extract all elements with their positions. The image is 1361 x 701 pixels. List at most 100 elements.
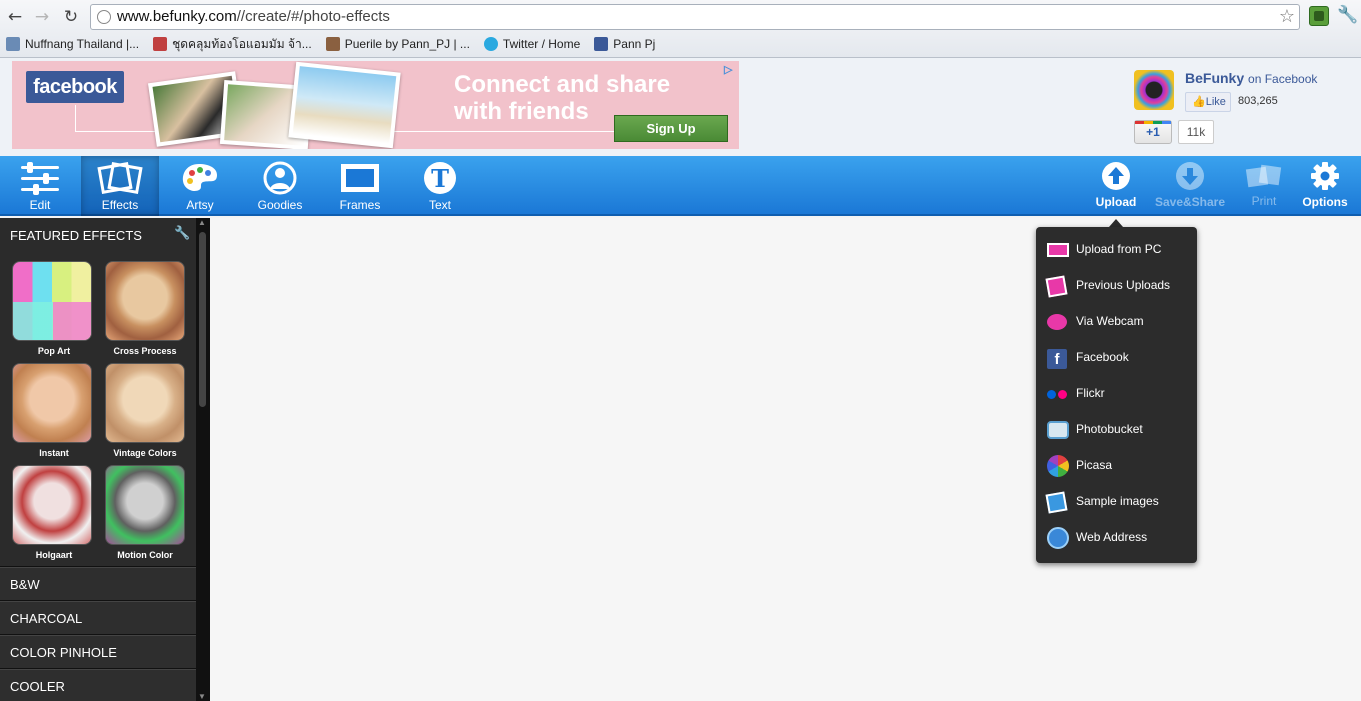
scroll-thumb[interactable] (199, 232, 206, 407)
frame-icon (341, 164, 379, 192)
effects-icon (97, 162, 143, 194)
scroll-down-icon[interactable]: ▼ (198, 692, 206, 701)
sign-up-button[interactable]: Sign Up (614, 115, 728, 142)
befunky-social-widget: BeFunky on Facebook 👍Like 803,265 +1 11k (1134, 70, 1354, 150)
bookmark-item[interactable]: Puerile by Pann_PJ | ... (325, 34, 470, 54)
previous-uploads-icon (1045, 275, 1068, 298)
wrench-icon[interactable]: 🔧 (174, 226, 190, 241)
category-cooler[interactable]: COOLER (0, 669, 196, 701)
main-toolbar: Edit Effects Artsy Goodies Frames T Text (0, 156, 1361, 216)
sidebar-scrollbar[interactable]: ▲ ▼ (196, 218, 210, 701)
webcam-icon (1047, 314, 1067, 330)
palette-icon (182, 164, 217, 191)
options-tool-button[interactable]: Options (1286, 156, 1361, 216)
reload-icon[interactable]: ↻ (60, 6, 82, 28)
bookmark-favicon-icon (6, 37, 20, 51)
like-button[interactable]: 👍Like (1185, 92, 1231, 112)
menu-item-upload-from-pc[interactable]: Upload from PC (1036, 232, 1197, 268)
text-tool-label: Text (428, 198, 451, 212)
url-text[interactable]: www.befunky.com//create/#/photo-effects (117, 8, 390, 25)
menu-item-web-address[interactable]: Web Address (1036, 520, 1197, 556)
upload-menu: Upload from PC Previous Uploads Via Webc… (1036, 227, 1197, 563)
frames-tool-label: Frames (339, 198, 381, 212)
adchoices-icon[interactable]: ▷ (724, 63, 732, 76)
upload-tool-button[interactable]: Upload (1077, 156, 1155, 216)
upload-icon (1102, 162, 1130, 190)
menu-item-sample-images[interactable]: Sample images (1036, 484, 1197, 520)
like-count: 803,265 (1238, 95, 1278, 107)
goodies-icon (263, 161, 297, 195)
globe-icon (97, 10, 111, 24)
artsy-tool-label: Artsy (186, 198, 214, 212)
svg-text:T: T (431, 164, 449, 193)
address-bar[interactable]: www.befunky.com//create/#/photo-effects … (90, 4, 1300, 30)
wrench-icon[interactable]: 🔧 (1337, 5, 1358, 25)
menu-item-facebook[interactable]: f Facebook (1036, 340, 1197, 376)
gear-icon (1311, 162, 1339, 190)
menu-item-flickr[interactable]: Flickr (1036, 376, 1197, 412)
edit-tool-button[interactable]: Edit (1, 156, 79, 216)
instant-label: Instant (39, 448, 69, 458)
web-address-icon (1047, 527, 1069, 549)
pop-art-thumbnail[interactable] (12, 261, 92, 341)
plus-one-button[interactable]: +1 (1134, 120, 1172, 144)
save-share-tool-button[interactable]: Save&Share (1151, 156, 1229, 216)
sliders-icon (21, 162, 59, 195)
save-share-tool-label: Save&Share (1154, 195, 1226, 209)
cross-process-thumbnail[interactable] (105, 261, 185, 341)
bookmark-item[interactable]: ชุดคลุมท้องโอแอมมัม จ้า... (153, 34, 312, 54)
photobucket-icon (1047, 421, 1069, 439)
menu-item-picasa[interactable]: Picasa (1036, 448, 1197, 484)
vintage-colors-thumbnail[interactable] (105, 363, 185, 443)
effects-tool-label: Effects (101, 198, 139, 212)
facebook-icon: f (1047, 349, 1067, 369)
scroll-up-icon[interactable]: ▲ (198, 218, 206, 227)
effects-tool-button[interactable]: Effects (81, 156, 159, 216)
category-bw[interactable]: B&W (0, 567, 196, 600)
facebook-ad-banner[interactable]: facebook Connect and share with friends … (12, 61, 739, 149)
pc-icon (1047, 243, 1069, 257)
bookmark-star-icon[interactable]: ☆ (1279, 6, 1295, 27)
upload-tool-label: Upload (1095, 195, 1137, 209)
befunky-page-name[interactable]: BeFunky on Facebook (1185, 70, 1317, 86)
facebook-icon (594, 37, 609, 51)
motion-color-label: Motion Color (117, 550, 173, 560)
flickr-icon (1047, 385, 1069, 403)
sample-images-icon (1045, 491, 1068, 514)
pop-art-label: Pop Art (37, 346, 71, 356)
twitter-bird-icon (483, 37, 498, 51)
motion-color-thumbnail[interactable] (105, 465, 185, 545)
featured-effects-panel: FEATURED EFFECTS 🔧 Pop Art Cross Process… (0, 218, 196, 566)
goodies-tool-button[interactable]: Goodies (241, 156, 319, 216)
facebook-logo: facebook (26, 71, 124, 103)
header-area: facebook Connect and share with friends … (0, 58, 1361, 156)
befunky-logo-icon (1134, 70, 1174, 110)
bookmark-item[interactable]: Nuffnang Thailand |... (6, 34, 139, 54)
goodies-tool-label: Goodies (257, 198, 303, 212)
featured-effects-title: FEATURED EFFECTS (10, 228, 142, 243)
menu-item-photobucket[interactable]: Photobucket (1036, 412, 1197, 448)
cross-process-label: Cross Process (113, 346, 177, 356)
category-charcoal[interactable]: CHARCOAL (0, 601, 196, 634)
effects-sidebar: FEATURED EFFECTS 🔧 Pop Art Cross Process… (0, 218, 210, 701)
bookmark-favicon-icon (153, 37, 168, 51)
extension-icon[interactable] (1309, 6, 1329, 26)
frames-tool-button[interactable]: Frames (321, 156, 399, 216)
vintage-colors-label: Vintage Colors (113, 448, 177, 458)
print-icon (1245, 164, 1282, 188)
holgaart-thumbnail[interactable] (12, 465, 92, 545)
menu-item-via-webcam[interactable]: Via Webcam (1036, 304, 1197, 340)
category-color-pinhole[interactable]: COLOR PINHOLE (0, 635, 196, 668)
artsy-tool-button[interactable]: Artsy (161, 156, 239, 216)
bookmark-item[interactable]: Twitter / Home (483, 34, 580, 54)
instant-thumbnail[interactable] (12, 363, 92, 443)
browser-toolbar: ← → ↻ www.befunky.com//create/#/photo-ef… (0, 0, 1361, 58)
back-arrow-icon[interactable]: ← (4, 6, 26, 28)
options-tool-label: Options (1302, 195, 1348, 209)
bookmark-item[interactable]: Pann Pj (594, 34, 655, 54)
bookmark-favicon-icon (325, 37, 340, 51)
text-tool-button[interactable]: T Text (401, 156, 479, 216)
menu-item-previous-uploads[interactable]: Previous Uploads (1036, 268, 1197, 304)
forward-arrow-icon[interactable]: → (31, 6, 53, 28)
bookmarks-bar: Nuffnang Thailand |... ชุดคลุมท้องโอแอมม… (6, 34, 655, 54)
